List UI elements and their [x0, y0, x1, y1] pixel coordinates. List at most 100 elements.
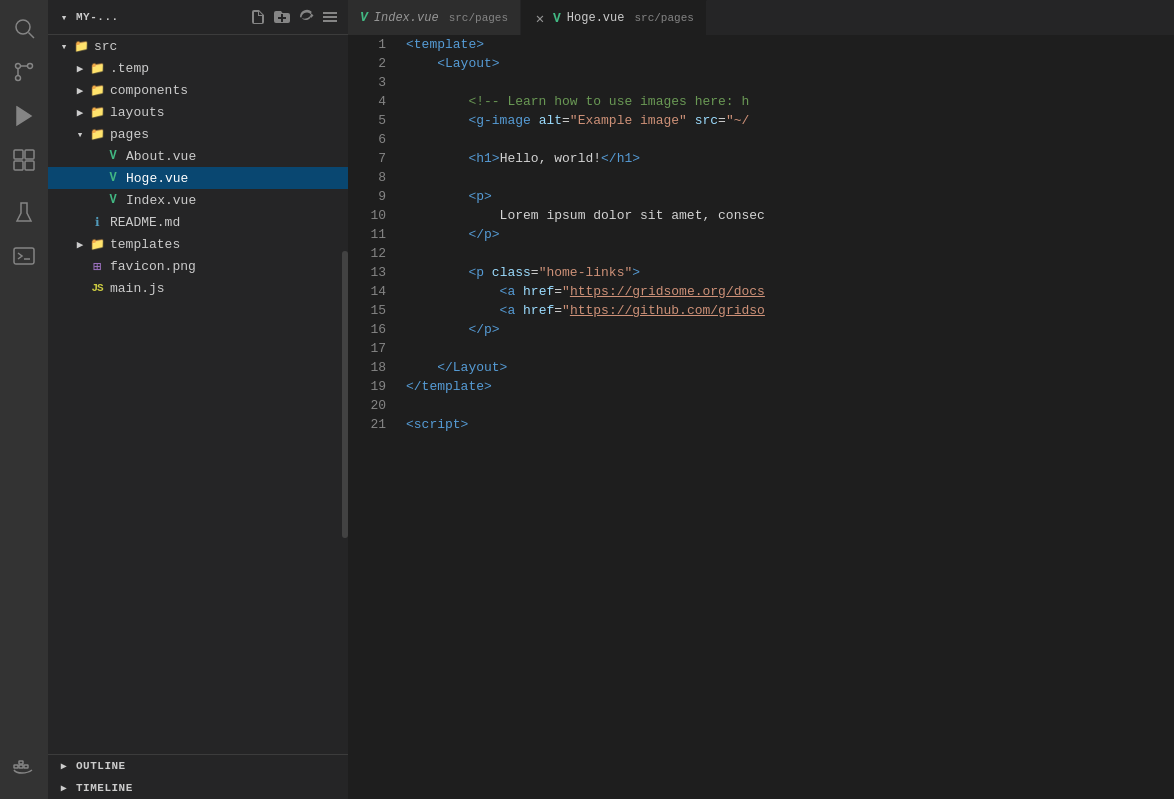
docker-icon[interactable] — [4, 747, 44, 787]
code-line-3 — [406, 73, 1174, 92]
readme-label: README.md — [110, 215, 340, 230]
code-content: <template> <Layout> <!-- Learn how to us… — [398, 35, 1174, 799]
vue-file-icon: V — [104, 171, 122, 185]
code-line-7: <h1>Hello, world!</h1> — [406, 149, 1174, 168]
tree-item-components[interactable]: ▶ 📁 components — [48, 79, 348, 101]
code-editor[interactable]: 12345 678910 1112131415 1617181920 21 <t… — [348, 35, 1174, 799]
svg-rect-14 — [24, 765, 28, 768]
svg-point-3 — [28, 64, 33, 69]
terminal-icon[interactable] — [4, 236, 44, 276]
tree-item-layouts[interactable]: ▶ 📁 layouts — [48, 101, 348, 123]
code-line-4: <!-- Learn how to use images here: h — [406, 92, 1174, 111]
editor-area: V Index.vue src/pages ✕ V Hoge.vue src/p… — [348, 0, 1174, 799]
timeline-label: TIMELINE — [76, 782, 133, 794]
tree-item-temp[interactable]: ▶ 📁 .temp — [48, 57, 348, 79]
code-line-10: Lorem ipsum dolor sit amet, consec — [406, 206, 1174, 225]
tree-item-index-vue[interactable]: ▶ V Index.vue — [48, 189, 348, 211]
pages-label: pages — [110, 127, 340, 142]
code-line-2: <Layout> — [406, 54, 1174, 73]
readme-icon: ℹ — [88, 215, 106, 230]
search-icon[interactable] — [4, 8, 44, 48]
tree-item-favicon[interactable]: ▶ ⊞ favicon.png — [48, 255, 348, 277]
tree-item-main-js[interactable]: ▶ JS main.js — [48, 277, 348, 299]
sidebar: ▾ MY-... ▾ 📁 src — [48, 0, 348, 799]
test-icon[interactable] — [4, 192, 44, 232]
temp-label: .temp — [110, 61, 340, 76]
svg-rect-15 — [19, 761, 23, 764]
timeline-panel-header[interactable]: ▶ TIMELINE — [48, 777, 348, 799]
code-line-16: </p> — [406, 320, 1174, 339]
folder-icon: 📁 — [88, 237, 106, 252]
svg-line-1 — [29, 33, 35, 39]
tree-item-pages[interactable]: ▾ 📁 pages — [48, 123, 348, 145]
js-file-icon: JS — [88, 282, 106, 294]
timeline-chevron: ▶ — [56, 782, 72, 794]
code-line-6 — [406, 130, 1174, 149]
index-tab-path: src/pages — [449, 12, 508, 24]
explorer-chevron[interactable]: ▾ — [56, 11, 72, 24]
folder-icon: 📁 — [88, 105, 106, 120]
index-vue-label: Index.vue — [126, 193, 340, 208]
src-label: src — [94, 39, 340, 54]
tree-item-src[interactable]: ▾ 📁 src — [48, 35, 348, 57]
svg-rect-13 — [19, 765, 23, 768]
code-line-5: <g-image alt="Example image" src="~/ — [406, 111, 1174, 130]
templates-label: templates — [110, 237, 340, 252]
code-line-15: <a href="https://github.com/gridso — [406, 301, 1174, 320]
layouts-label: layouts — [110, 105, 340, 120]
outline-label: OUTLINE — [76, 760, 126, 772]
code-line-11: </p> — [406, 225, 1174, 244]
refresh-icon[interactable] — [296, 7, 316, 27]
temp-chevron: ▶ — [72, 62, 88, 75]
new-file-icon[interactable] — [248, 7, 268, 27]
code-line-1: <template> — [406, 35, 1174, 54]
code-line-21: <script> — [406, 415, 1174, 434]
components-label: components — [110, 83, 340, 98]
image-file-icon: ⊞ — [88, 258, 106, 275]
extensions-icon[interactable] — [4, 140, 44, 180]
tree-item-templates[interactable]: ▶ 📁 templates — [48, 233, 348, 255]
outline-panel-header[interactable]: ▶ OUTLINE — [48, 755, 348, 777]
explorer-header: ▾ MY-... — [48, 0, 348, 35]
svg-point-2 — [16, 76, 21, 81]
tree-item-readme[interactable]: ▶ ℹ README.md — [48, 211, 348, 233]
svg-rect-7 — [25, 150, 34, 159]
favicon-label: favicon.png — [110, 259, 340, 274]
folder-icon: 📁 — [72, 39, 90, 54]
source-control-icon[interactable] — [4, 52, 44, 92]
line-numbers: 12345 678910 1112131415 1617181920 21 — [348, 35, 398, 799]
code-line-9: <p> — [406, 187, 1174, 206]
code-line-19: </template> — [406, 377, 1174, 396]
svg-rect-10 — [14, 248, 34, 264]
tab-index-vue[interactable]: V Index.vue src/pages — [348, 0, 521, 35]
collapse-all-icon[interactable] — [320, 7, 340, 27]
tab-hoge-vue[interactable]: ✕ V Hoge.vue src/pages — [521, 0, 707, 35]
svg-rect-6 — [14, 150, 23, 159]
close-tab-icon[interactable]: ✕ — [533, 11, 547, 25]
sidebar-bottom: ▶ OUTLINE ▶ TIMELINE — [48, 754, 348, 799]
new-folder-icon[interactable] — [272, 7, 292, 27]
src-chevron: ▾ — [56, 40, 72, 53]
outline-chevron: ▶ — [56, 760, 72, 772]
code-line-18: </Layout> — [406, 358, 1174, 377]
vue-tab-icon: V — [360, 10, 368, 25]
svg-rect-12 — [14, 765, 18, 768]
hoge-tab-label: Hoge.vue — [567, 11, 625, 25]
templates-chevron: ▶ — [72, 238, 88, 251]
folder-icon: 📁 — [88, 61, 106, 76]
svg-marker-5 — [17, 107, 31, 125]
code-line-13: <p class="home-links"> — [406, 263, 1174, 282]
vue-tab-icon: V — [553, 11, 561, 26]
code-line-12 — [406, 244, 1174, 263]
explorer-title: MY-... — [76, 11, 244, 23]
layouts-chevron: ▶ — [72, 106, 88, 119]
run-debug-icon[interactable] — [4, 96, 44, 136]
tree-item-hoge-vue[interactable]: ▶ V Hoge.vue — [48, 167, 348, 189]
code-line-8 — [406, 168, 1174, 187]
tree-item-about-vue[interactable]: ▶ V About.vue — [48, 145, 348, 167]
code-line-17 — [406, 339, 1174, 358]
file-tree: ▾ 📁 src ▶ 📁 .temp ▶ 📁 components ▶ 📁 lay… — [48, 35, 348, 754]
vue-file-icon: V — [104, 149, 122, 163]
activity-bar — [0, 0, 48, 799]
svg-point-4 — [16, 64, 21, 69]
